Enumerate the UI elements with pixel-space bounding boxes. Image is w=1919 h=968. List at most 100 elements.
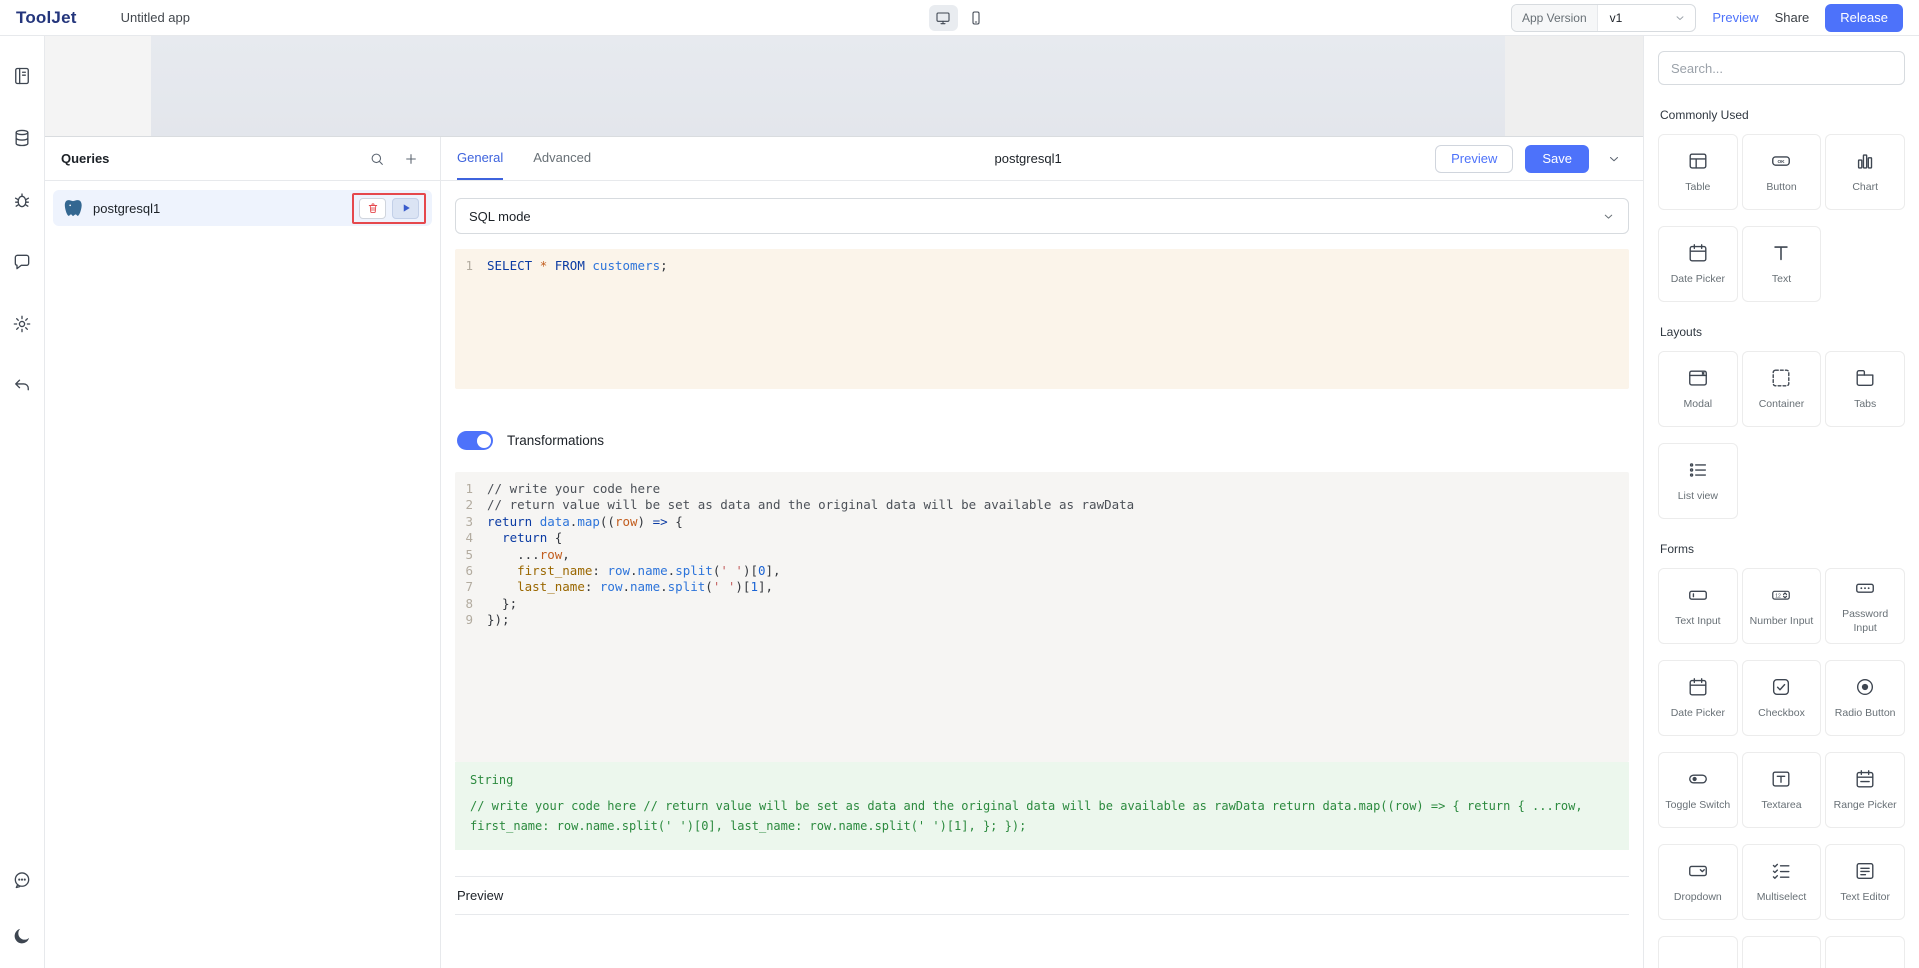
sql-code-editor[interactable]: 1SELECT * FROM customers; (455, 249, 1629, 389)
left-rail-top (6, 60, 38, 402)
code-line: 2// return value will be set as data and… (455, 497, 1629, 513)
desktop-view-button[interactable] (929, 5, 958, 31)
app-version-select[interactable]: App Version v1 (1511, 4, 1696, 32)
release-button[interactable]: Release (1825, 4, 1903, 32)
code-text: ...row, (487, 547, 570, 563)
tooljet-logo: ToolJet (16, 8, 77, 28)
widget-card-button[interactable]: OK Button (1742, 134, 1822, 210)
add-query-button[interactable] (398, 146, 424, 172)
widget-card-range-picker[interactable]: Range Picker (1825, 752, 1905, 828)
widget-label: Textarea (1756, 799, 1806, 812)
widget-card-partial[interactable] (1658, 936, 1738, 968)
widget-label: Table (1680, 181, 1715, 194)
preview-app-button[interactable]: Preview (1712, 10, 1758, 25)
sidebar-back-button[interactable] (6, 370, 38, 402)
collapse-editor-button[interactable] (1601, 146, 1627, 172)
tab-advanced[interactable]: Advanced (533, 137, 591, 180)
sidebar-pages-button[interactable] (6, 60, 38, 92)
line-number: 5 (455, 547, 487, 563)
widget-card-multiselect[interactable]: Multiselect (1742, 844, 1822, 920)
result-type-label: String (470, 773, 1614, 787)
widget-card-list-view[interactable]: List view (1658, 443, 1738, 519)
editor-header: General Advanced postgresql1 Preview Save (441, 137, 1643, 181)
calendar-icon (1687, 676, 1709, 698)
back-icon (12, 376, 32, 396)
chevron-down-icon (1607, 152, 1621, 166)
widget-grid: Modal Container Tabs List view (1658, 351, 1905, 519)
line-number: 4 (455, 530, 487, 546)
canvas-widget[interactable] (151, 36, 1505, 136)
widget-card-text[interactable]: Text (1742, 226, 1822, 302)
code-text: }); (487, 612, 510, 628)
widget-card-textarea[interactable]: Textarea (1742, 752, 1822, 828)
mobile-view-button[interactable] (962, 5, 991, 31)
sidebar-settings-button[interactable] (6, 308, 38, 340)
widget-card-checkbox[interactable]: Checkbox (1742, 660, 1822, 736)
transformations-toggle[interactable] (457, 431, 493, 450)
widget-card-chart[interactable]: Chart (1825, 134, 1905, 210)
widget-card-password-input[interactable]: Password Input (1825, 568, 1905, 644)
widget-label: Tabs (1849, 398, 1881, 411)
widget-card-table[interactable]: Table (1658, 134, 1738, 210)
line-number: 1 (455, 258, 487, 274)
sidebar-debugger-button[interactable] (6, 184, 38, 216)
tab-general[interactable]: General (457, 137, 503, 180)
widget-card-container[interactable]: Container (1742, 351, 1822, 427)
textarea-icon (1770, 768, 1792, 790)
widget-card-dropdown[interactable]: Dropdown (1658, 844, 1738, 920)
widget-label: Button (1761, 181, 1801, 194)
code-line: 1// write your code here (455, 481, 1629, 497)
query-preview-button[interactable]: Preview (1435, 145, 1513, 173)
widget-sections: Commonly UsedTableOKButtonChartDate Pick… (1658, 108, 1905, 968)
query-save-button[interactable]: Save (1525, 145, 1589, 173)
transformation-code-editor[interactable]: 1// write your code here2// return value… (455, 472, 1629, 762)
canvas-margin (45, 36, 151, 136)
widget-section-title: Forms (1660, 542, 1903, 556)
widget-card-number-input[interactable]: 12Number Input (1742, 568, 1822, 644)
widget-card-tabs[interactable]: Tabs (1825, 351, 1905, 427)
plus-icon (403, 151, 419, 167)
query-list-item[interactable]: postgresql1 (53, 190, 432, 226)
widget-card-text-input[interactable]: Text Input (1658, 568, 1738, 644)
trash-icon (367, 202, 379, 214)
share-button[interactable]: Share (1775, 10, 1810, 25)
app-name[interactable]: Untitled app (121, 10, 190, 25)
run-query-button[interactable] (392, 198, 419, 219)
preview-section-header[interactable]: Preview (455, 876, 1629, 915)
widget-card-modal[interactable]: Modal (1658, 351, 1738, 427)
search-queries-button[interactable] (364, 146, 390, 172)
text-icon (1770, 242, 1792, 264)
sidebar-datasources-button[interactable] (6, 122, 38, 154)
widget-card-partial[interactable] (1742, 936, 1822, 968)
checkbox-icon (1770, 676, 1792, 698)
queries-header-actions (364, 146, 424, 172)
line-number: 2 (455, 497, 487, 513)
line-number: 1 (455, 481, 487, 497)
listview-icon (1687, 459, 1709, 481)
widget-card-date-picker[interactable]: Date Picker (1658, 660, 1738, 736)
code-line: 5 ...row, (455, 547, 1629, 563)
modal-icon (1687, 367, 1709, 389)
query-mode-select[interactable]: SQL mode (455, 198, 1629, 234)
widget-card-date-picker[interactable]: Date Picker (1658, 226, 1738, 302)
app-canvas[interactable] (45, 36, 1643, 136)
sidebar-dark-mode-button[interactable] (6, 920, 38, 952)
widget-card-radio-button[interactable]: Radio Button (1825, 660, 1905, 736)
button-icon: OK (1770, 150, 1792, 172)
table-icon (1687, 150, 1709, 172)
left-sidebar (0, 36, 45, 968)
sidebar-comments-button[interactable] (6, 246, 38, 278)
sidebar-help-chat-button[interactable] (6, 864, 38, 896)
delete-query-button[interactable] (359, 198, 386, 219)
widget-card-partial[interactable] (1825, 936, 1905, 968)
rangepicker-icon (1854, 768, 1876, 790)
widget-search-input[interactable] (1658, 51, 1905, 85)
widget-card-toggle-switch[interactable]: Toggle Switch (1658, 752, 1738, 828)
numberinput-icon: 12 (1770, 584, 1792, 606)
widget-label: Modal (1679, 398, 1718, 411)
editor-query-name: postgresql1 (994, 151, 1061, 166)
postgresql-icon (63, 198, 83, 218)
settings-icon (12, 314, 32, 334)
widget-card-text-editor[interactable]: Text Editor (1825, 844, 1905, 920)
query-editor: General Advanced postgresql1 Preview Save… (441, 137, 1643, 968)
